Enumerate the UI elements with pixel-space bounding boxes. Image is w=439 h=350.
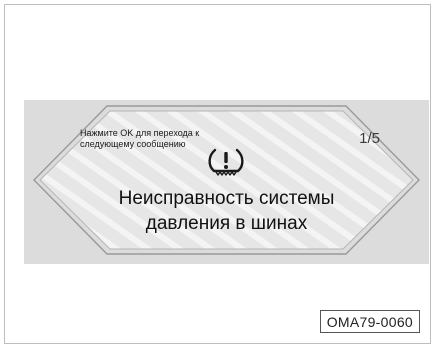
figure-reference-code: OMA79-0060 xyxy=(319,310,420,333)
display-screen-outline xyxy=(33,105,420,255)
message-line-1: Неисправность системы xyxy=(118,188,335,209)
tire-pressure-warning-message: Неисправность системы давления в шинах xyxy=(64,186,389,236)
tire-pressure-warning-icon xyxy=(208,148,244,176)
figure-frame: Нажмите OK для перехода к следующему соо… xyxy=(4,4,431,344)
message-page-counter: 1/5 xyxy=(359,130,380,147)
display-background-panel: Нажмите OK для перехода к следующему соо… xyxy=(24,100,429,264)
message-line-2: давления в шинах xyxy=(145,213,308,234)
